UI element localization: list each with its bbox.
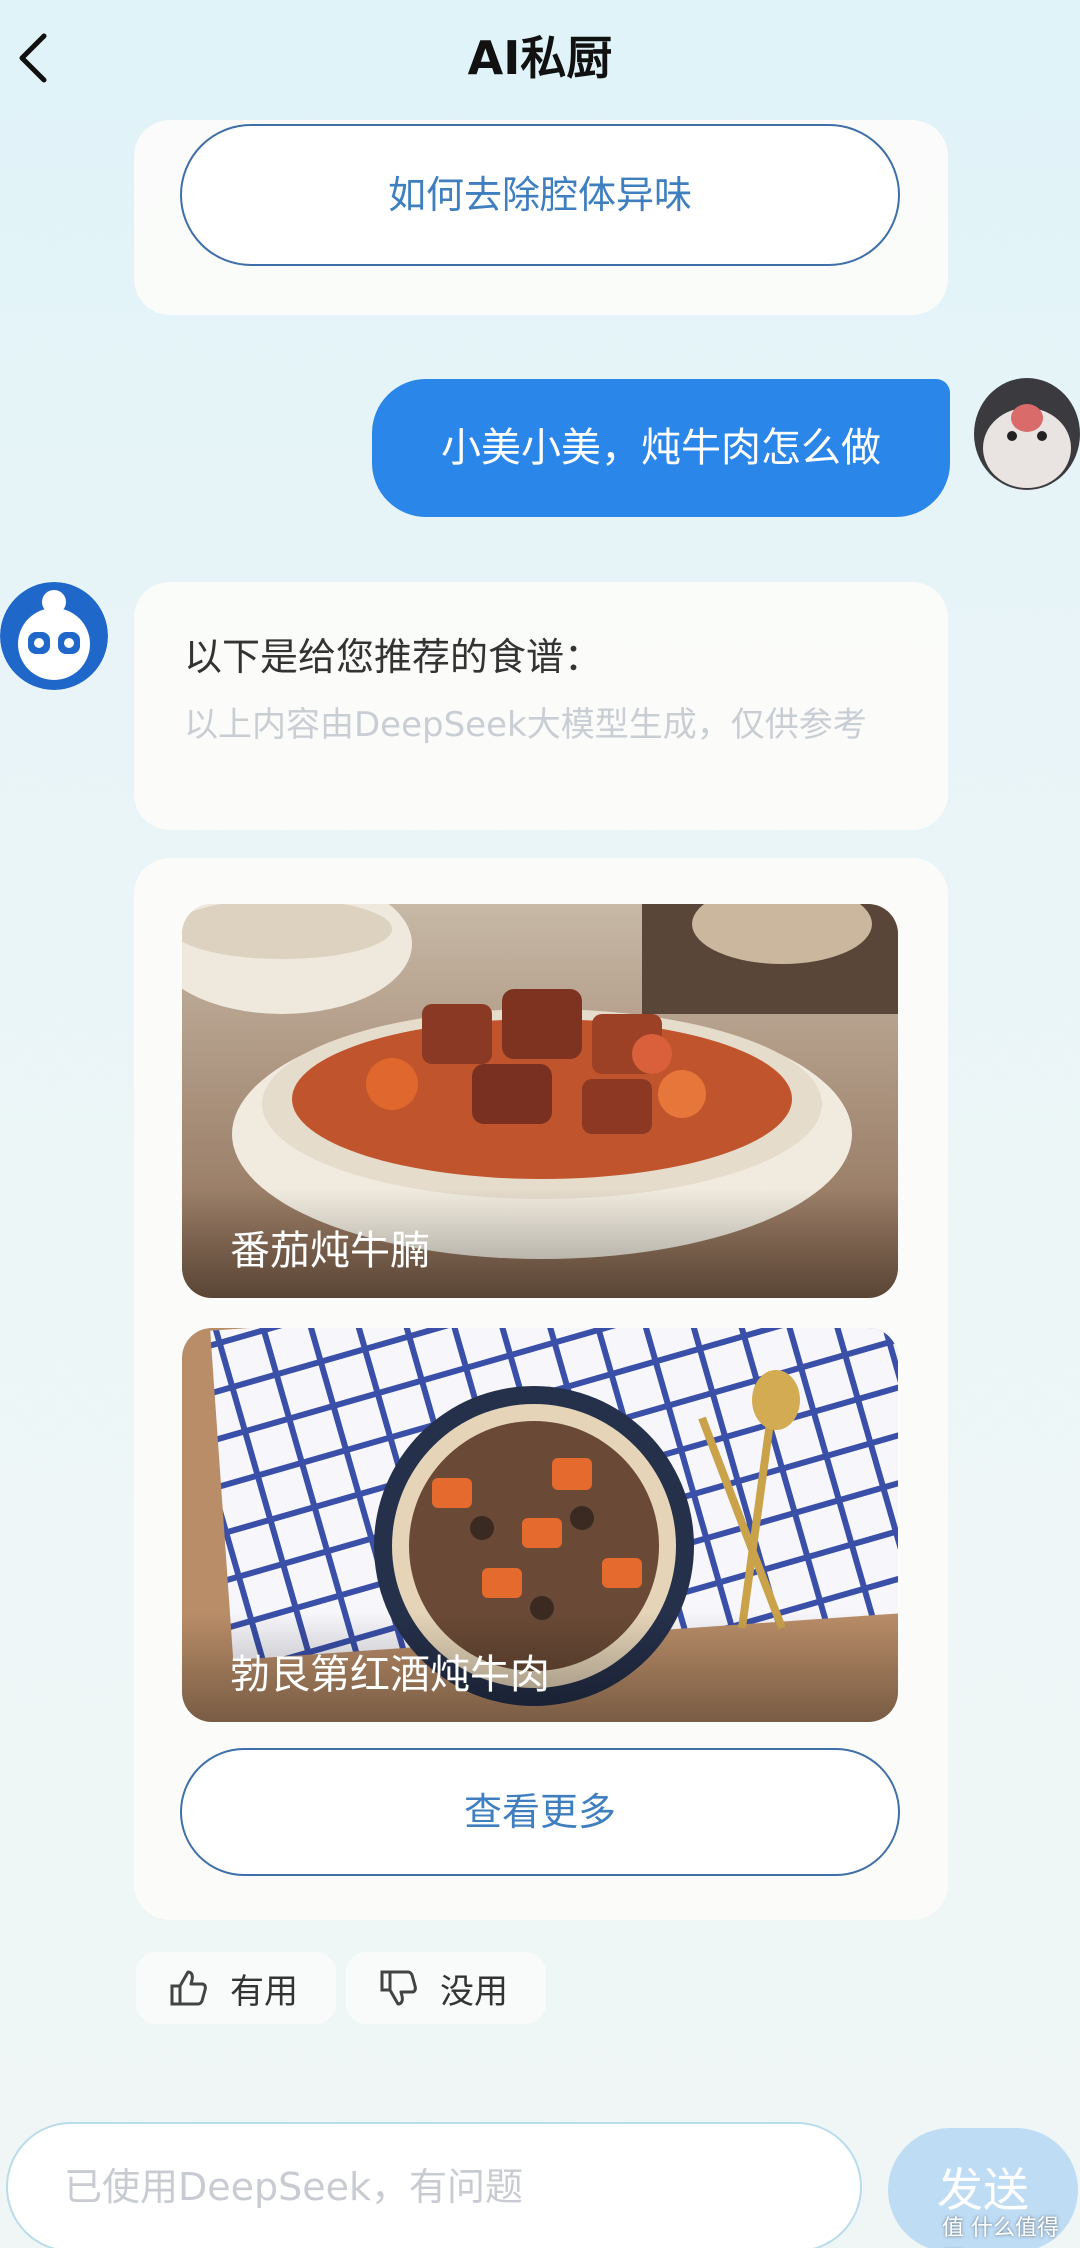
bot-message-text: 以下是给您推荐的食谱： [184, 635, 603, 679]
page-title: AI私厨 [467, 31, 613, 85]
top-bar: AI私厨 [0, 0, 1080, 115]
watermark-logo: 值 什么值得买 [942, 2216, 1059, 2241]
recipe-name-1: 番茄炖牛腩 [230, 1228, 430, 1274]
useless-button[interactable]: 没用 [346, 1952, 546, 2024]
useful-button[interactable]: 有用 [136, 1952, 336, 2024]
useful-label: 有用 [230, 1971, 298, 2012]
cat-avatar-icon [974, 378, 1080, 490]
user-message-bubble: 小美小美，炖牛肉怎么做 [372, 379, 950, 517]
recipe-caption-1: 番茄炖牛腩 [182, 1188, 898, 1298]
recipe-caption-2: 勃艮第红酒炖牛肉 [182, 1612, 898, 1722]
thumbs-down-icon [380, 1970, 417, 2006]
recipe-card-2[interactable]: 勃艮第红酒炖牛肉 [182, 1328, 898, 1722]
useless-label: 没用 [440, 1971, 508, 2012]
recipe-name-2: 勃艮第红酒炖牛肉 [230, 1652, 550, 1698]
suggestion-button[interactable]: 如何去除腔体异味 [180, 124, 900, 266]
recipe-card-1[interactable]: 番茄炖牛腩 [182, 904, 898, 1298]
thumbs-up-icon [170, 1970, 207, 2006]
see-more-button[interactable]: 查看更多 [180, 1748, 900, 1876]
bot-avatar [0, 582, 108, 690]
chat-input[interactable] [64, 2124, 554, 2248]
bot-message-card: 以下是给您推荐的食谱： 以上内容由DeepSeek大模型生成，仅供参考 [134, 582, 948, 830]
user-avatar[interactable] [974, 378, 1080, 490]
chef-robot-icon [0, 582, 108, 690]
chat-input-box[interactable] [6, 2122, 862, 2248]
disclaimer-text: 以上内容由DeepSeek大模型生成，仅供参考 [184, 705, 867, 745]
